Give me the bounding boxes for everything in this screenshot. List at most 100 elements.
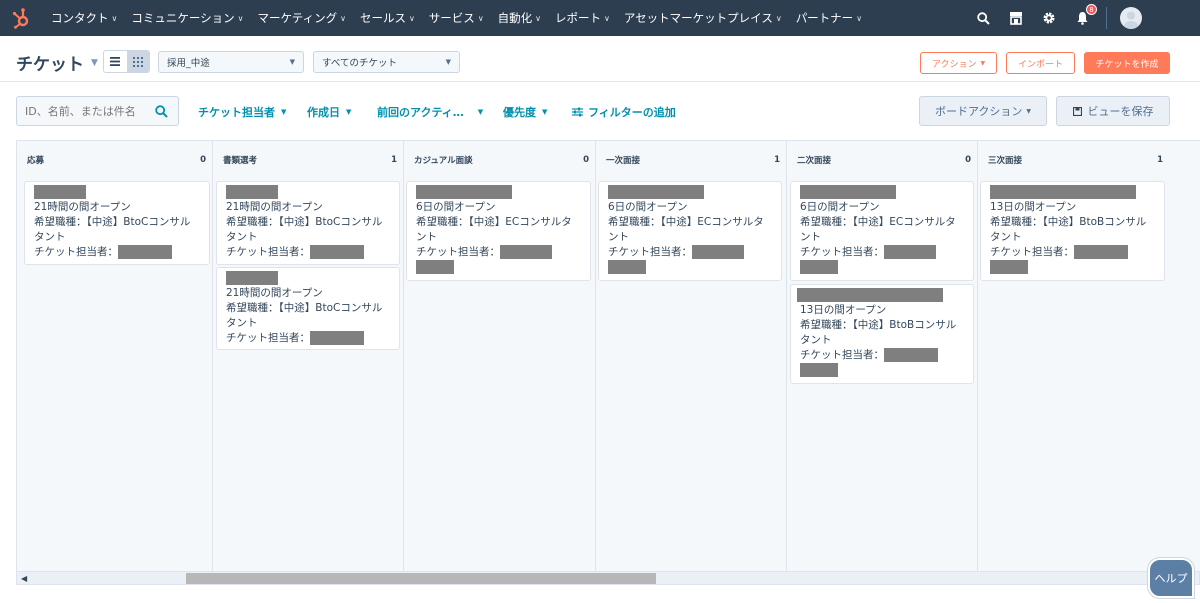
ticket-card[interactable]: 13日の間オープン 希望職種：【中途】BtoBコンサル タント チケット担当者： bbox=[790, 284, 974, 384]
card-owner-label: チケット担当者： bbox=[800, 349, 884, 361]
help-button-label: ヘルプ bbox=[1154, 572, 1188, 585]
chevron-down-icon: ∨ bbox=[111, 13, 118, 23]
nav-label: コンタクト bbox=[51, 11, 109, 25]
nav-item-communication[interactable]: コミュニケーション ∨ bbox=[131, 10, 243, 26]
horizontal-scrollbar[interactable]: ◀ bbox=[16, 571, 1200, 585]
redacted-owner bbox=[692, 245, 744, 259]
view-select[interactable]: すべてのチケット ▼ bbox=[313, 51, 460, 73]
create-ticket-button[interactable]: チケットを作成 bbox=[1084, 52, 1170, 74]
nav-item-partner[interactable]: パートナー ∨ bbox=[796, 10, 862, 26]
board-view-button[interactable] bbox=[126, 51, 149, 72]
sliders-icon bbox=[572, 107, 583, 117]
card-job-type: 希望職種：【中途】BtoCコンサル bbox=[34, 216, 191, 228]
caret-down-icon: ▼ bbox=[91, 57, 98, 68]
caret-down-icon: ▼ bbox=[346, 108, 352, 116]
column-title: 三次面接 bbox=[988, 155, 1023, 166]
scrollbar-thumb[interactable] bbox=[186, 573, 656, 584]
chevron-down-icon: ∨ bbox=[477, 13, 484, 23]
ticket-card[interactable]: 21時間の間オープン 希望職種：【中途】BtoCコンサル タント チケット担当者… bbox=[24, 181, 210, 265]
board-column: 一次面接 1 6日の間オープン 希望職種：【中途】ECコンサルタ ント チケット担… bbox=[596, 141, 787, 571]
grid-icon bbox=[132, 56, 143, 67]
card-job-type-cont: タント bbox=[990, 231, 1022, 243]
ticket-card[interactable]: 13日の間オープン 希望職種：【中途】BtoBコンサル タント チケット担当者： bbox=[980, 181, 1165, 281]
object-switcher[interactable]: チケット ▼ bbox=[16, 50, 98, 75]
caret-down-icon: ▼ bbox=[445, 58, 451, 66]
column-title: 書類選考 bbox=[223, 155, 258, 166]
settings-gear-icon[interactable] bbox=[1038, 7, 1060, 29]
column-count: 0 bbox=[200, 154, 206, 165]
column-header: 書類選考 1 bbox=[213, 141, 403, 178]
scroll-left-arrow-icon[interactable]: ◀ bbox=[21, 574, 27, 583]
filter-create-date[interactable]: 作成日 ▼ bbox=[307, 104, 351, 120]
card-job-type-cont: ント bbox=[800, 231, 821, 243]
ticket-card[interactable]: 6日の間オープン 希望職種：【中途】ECコンサルタ ント チケット担当者： bbox=[598, 181, 782, 281]
nav-item-marketing[interactable]: マーケティング ∨ bbox=[258, 10, 346, 26]
nav-item-contacts[interactable]: コンタクト ∨ bbox=[51, 10, 117, 26]
card-open-duration: 6日の間オープン bbox=[608, 201, 688, 213]
list-view-button[interactable] bbox=[104, 51, 127, 72]
create-ticket-button-label: チケットを作成 bbox=[1095, 59, 1159, 70]
redacted-ticket-name bbox=[34, 185, 86, 199]
ticket-card[interactable]: 6日の間オープン 希望職種：【中途】ECコンサルタ ント チケット担当者： bbox=[406, 181, 591, 281]
add-filter-button[interactable]: フィルターの追加 bbox=[572, 104, 676, 120]
search-icon[interactable] bbox=[155, 105, 168, 118]
redacted-owner bbox=[416, 260, 454, 274]
save-view-label: ビューを保存 bbox=[1087, 105, 1154, 118]
hubspot-logo-icon[interactable] bbox=[12, 7, 30, 29]
nav-item-asset-marketplace[interactable]: アセットマーケットプレイス ∨ bbox=[624, 10, 782, 26]
notification-count-badge: 8 bbox=[1086, 4, 1097, 15]
redacted-ticket-name bbox=[226, 185, 278, 199]
board-column: 書類選考 1 21時間の間オープン 希望職種：【中途】BtoCコンサル タント チ… bbox=[213, 141, 404, 571]
import-button[interactable]: インポート bbox=[1006, 52, 1075, 74]
card-job-type: 希望職種：【中途】ECコンサルタ bbox=[416, 216, 572, 228]
ticket-card[interactable]: 6日の間オープン 希望職種：【中途】ECコンサルタ ント チケット担当者： bbox=[790, 181, 974, 281]
redacted-ticket-name bbox=[608, 185, 704, 199]
caret-down-icon: ▼ bbox=[1026, 107, 1032, 115]
filter-priority[interactable]: 優先度 ▼ bbox=[503, 104, 547, 120]
actions-button[interactable]: アクション ▼ bbox=[920, 52, 997, 74]
notifications-bell-icon[interactable]: 8 bbox=[1071, 4, 1097, 29]
nav-item-service[interactable]: サービス ∨ bbox=[429, 10, 484, 26]
help-button[interactable]: ヘルプ bbox=[1148, 558, 1194, 598]
view-toggle bbox=[103, 50, 150, 73]
filter-ticket-owner[interactable]: チケット担当者 ▼ bbox=[198, 104, 286, 120]
card-owner-label: チケット担当者： bbox=[34, 246, 118, 258]
filter-last-activity[interactable]: 前回のアクティ… ▼ bbox=[377, 104, 483, 120]
search-input[interactable] bbox=[25, 104, 153, 118]
card-owner-label: チケット担当者： bbox=[226, 332, 310, 344]
pipeline-select[interactable]: 採用_中途 ▼ bbox=[158, 51, 304, 73]
redacted-owner bbox=[500, 245, 552, 259]
column-title: カジュアル面談 bbox=[414, 155, 473, 166]
column-title: 応募 bbox=[27, 155, 45, 166]
column-title: 一次面接 bbox=[606, 155, 641, 166]
card-job-type: 希望職種：【中途】BtoCコンサル bbox=[226, 302, 383, 314]
redacted-owner bbox=[884, 245, 936, 259]
column-count: 1 bbox=[1157, 154, 1163, 165]
search-icon[interactable] bbox=[972, 7, 994, 29]
chevron-down-icon: ∨ bbox=[237, 13, 244, 23]
ticket-card[interactable]: 21時間の間オープン 希望職種：【中途】BtoCコンサル タント チケット担当者… bbox=[216, 267, 400, 350]
column-header: 一次面接 1 bbox=[596, 141, 786, 178]
card-open-duration: 21時間の間オープン bbox=[34, 201, 131, 213]
column-header: カジュアル面談 0 bbox=[404, 141, 595, 178]
board-actions-button[interactable]: ボードアクション ▼ bbox=[919, 96, 1047, 126]
card-job-type-cont: タント bbox=[226, 317, 258, 329]
page-title: チケット bbox=[16, 55, 84, 75]
filter-label: 作成日 bbox=[307, 106, 340, 119]
chevron-down-icon: ∨ bbox=[604, 13, 610, 23]
nav-item-automation[interactable]: 自動化 ∨ bbox=[498, 10, 541, 26]
nav-item-sales[interactable]: セールス ∨ bbox=[360, 10, 415, 26]
redacted-owner bbox=[800, 260, 838, 274]
nav-item-reports[interactable]: レポート ∨ bbox=[555, 10, 610, 26]
board-column: カジュアル面談 0 6日の間オープン 希望職種：【中途】ECコンサルタ ント チケ… bbox=[404, 141, 596, 571]
card-job-type: 希望職種：【中途】BtoBコンサル bbox=[990, 216, 1147, 228]
card-job-type-cont: ント bbox=[608, 231, 629, 243]
save-view-button[interactable]: ビューを保存 bbox=[1056, 96, 1170, 126]
marketplace-icon[interactable] bbox=[1005, 7, 1027, 29]
card-owner-label: チケット担当者： bbox=[416, 246, 500, 258]
save-disk-icon bbox=[1072, 106, 1082, 116]
nav-label: パートナー bbox=[795, 11, 854, 25]
user-avatar[interactable] bbox=[1120, 7, 1142, 29]
card-open-duration: 6日の間オープン bbox=[800, 201, 880, 213]
ticket-card[interactable]: 21時間の間オープン 希望職種：【中途】BtoCコンサル タント チケット担当者… bbox=[216, 181, 400, 265]
